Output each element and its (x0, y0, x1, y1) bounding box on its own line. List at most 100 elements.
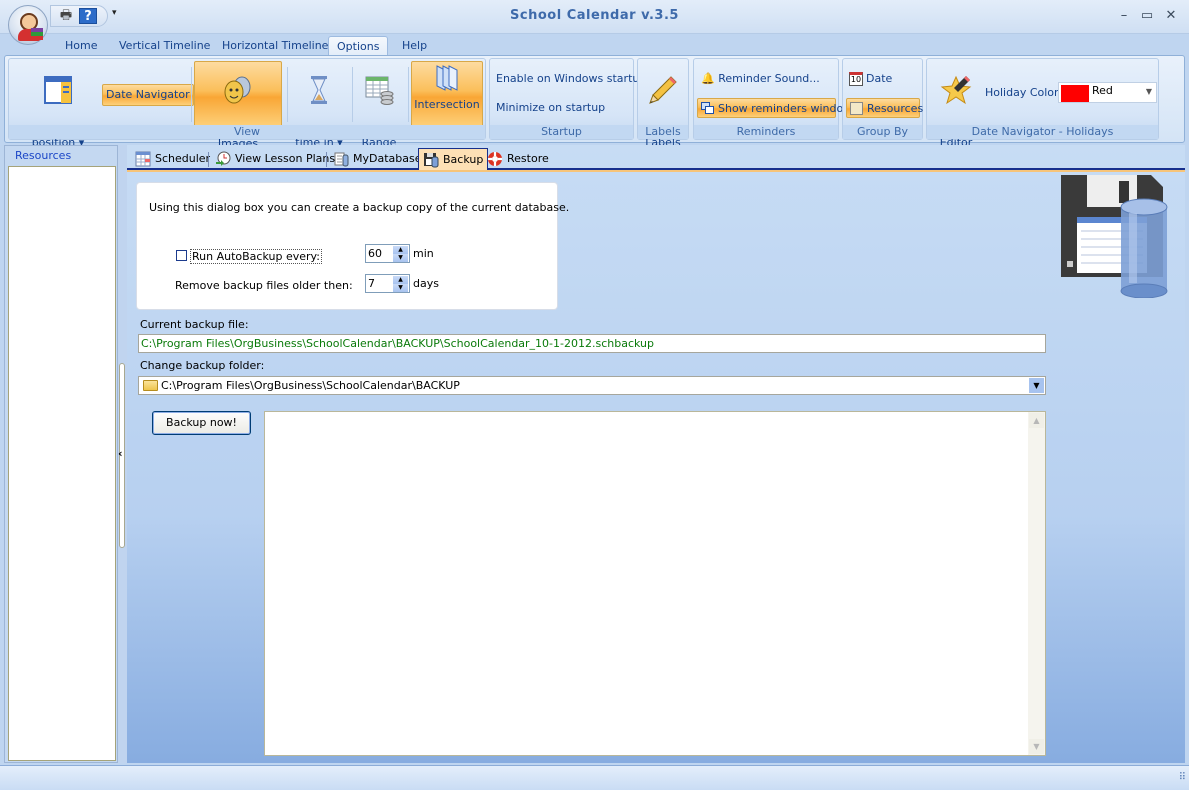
scroll-up-icon[interactable]: ▲ (1029, 413, 1044, 428)
collapse-left-icon[interactable]: ‹ (118, 447, 123, 460)
tab-restore[interactable]: Restore (483, 148, 553, 170)
intersection-button[interactable]: Intersection (411, 61, 483, 127)
separator (191, 67, 192, 122)
minimize-on-startup-button[interactable]: Minimize on startup (493, 98, 608, 118)
status-bar: ⠿ (0, 765, 1189, 790)
work-range-button[interactable]: Work Range (355, 61, 403, 149)
grid-calendar-icon (135, 151, 151, 167)
autobackup-checkbox[interactable] (176, 250, 187, 261)
color-swatch (1061, 85, 1089, 102)
ribbon: Date Navigator position ▾ Date Navigator… (4, 55, 1185, 150)
bell-icon: 🔔 (701, 72, 715, 85)
group-by-date-label: Date (866, 72, 893, 85)
spin-down-icon[interactable]: ▼ (393, 284, 408, 292)
backup-now-button[interactable]: Backup now! (152, 411, 251, 435)
life-ring-icon (488, 152, 502, 166)
document-tabs: Scheduler View Lesson Plans MyDatabase B… (127, 148, 1185, 170)
window-title: School Calendar v.3.5 (510, 8, 679, 23)
window-layout-icon (44, 76, 72, 104)
group-label-startup: Startup (490, 125, 633, 139)
group-label-labels: Labels (638, 125, 688, 139)
clock-arrow-icon (216, 151, 231, 166)
separator (352, 67, 353, 122)
intro-text: Using this dialog box you can create a b… (149, 201, 570, 214)
holiday-color-select[interactable]: Red ▼ (1058, 82, 1157, 103)
display-time-in-button[interactable]: Display time in ▾ (291, 61, 347, 149)
application-menu-button[interactable] (8, 5, 48, 45)
spin-down-icon[interactable]: ▼ (393, 254, 408, 262)
tab-scheduler[interactable]: Scheduler (131, 148, 214, 170)
tab-separator (326, 152, 327, 167)
autobackup-label[interactable]: Run AutoBackup every: (190, 249, 322, 264)
tab-separator (208, 152, 209, 167)
group-labels: Status Labels Labels (637, 58, 689, 149)
spin-up-icon[interactable]: ▲ (393, 246, 408, 254)
holiday-color-value: Red (1092, 84, 1113, 97)
resize-grip-icon[interactable]: ⠿ (1179, 772, 1186, 783)
separator (287, 67, 288, 122)
group-by-date-button[interactable]: 10 Date (846, 69, 895, 89)
backup-log-textarea[interactable]: ▲ ▼ (264, 411, 1046, 756)
backup-folder-select[interactable]: C:\Program Files\OrgBusiness\SchoolCalen… (138, 376, 1046, 395)
star-pencil-icon (940, 75, 972, 105)
floppy-database-icon (424, 153, 439, 168)
remove-older-label: Remove backup files older then: (175, 279, 353, 292)
chevron-down-icon[interactable]: ▼ (1029, 378, 1044, 393)
resources-icon (850, 102, 863, 115)
folder-icon (143, 380, 158, 391)
reminder-sound-button[interactable]: 🔔 Reminder Sound... (698, 69, 823, 89)
backup-settings-box: Using this dialog box you can create a b… (136, 182, 569, 310)
show-resource-images-button[interactable]: Show Resource Images (194, 61, 282, 150)
database-documents-icon (334, 152, 349, 167)
pencil-icon (649, 76, 677, 104)
spin-up-icon[interactable]: ▲ (393, 276, 408, 284)
tab-help[interactable]: Help (394, 36, 435, 56)
tab-view-lesson-plans[interactable]: View Lesson Plans (211, 148, 339, 170)
date-navigator-position-button[interactable]: Date Navigator position ▾ (15, 61, 101, 149)
date-navigator-button[interactable]: Date Navigator (102, 84, 194, 106)
holidays-editor-button[interactable]: Holidays Editor (931, 61, 981, 149)
status-labels-button[interactable]: Status Labels (640, 61, 686, 149)
panel-splitter[interactable]: ‹ (118, 145, 127, 763)
tab-horizontal-timeline[interactable]: Horizontal Timeline (214, 36, 336, 56)
group-startup: Enable on Windows startup Minimize on st… (489, 58, 646, 140)
minimize-icon[interactable]: – (1115, 8, 1133, 24)
autobackup-unit: min (413, 247, 434, 260)
enable-on-windows-startup-button[interactable]: Enable on Windows startup (493, 69, 649, 89)
tab-vertical-timeline[interactable]: Vertical Timeline (111, 36, 218, 56)
content-area: Scheduler View Lesson Plans MyDatabase B… (127, 145, 1185, 763)
theater-masks-icon (224, 76, 251, 104)
scroll-down-icon[interactable]: ▼ (1029, 739, 1044, 754)
reminder-sound-label: Reminder Sound... (718, 72, 820, 85)
resources-panel-title: Resources (15, 149, 72, 162)
group-group-by: 10 Date Resources Group By (842, 58, 923, 140)
table-coins-icon (365, 76, 394, 105)
remove-older-value: 7 (368, 277, 375, 290)
log-scrollbar[interactable]: ▲ ▼ (1028, 412, 1045, 755)
tab-accent-line (127, 170, 1185, 172)
tab-backup[interactable]: Backup (418, 148, 489, 170)
holiday-color-label: Holiday Color (985, 86, 1059, 99)
change-backup-folder-label: Change backup folder: (140, 359, 265, 372)
maximize-icon[interactable]: ▭ (1138, 8, 1156, 24)
tab-home[interactable]: Home (57, 36, 105, 56)
group-by-resources-button[interactable]: Resources (846, 98, 924, 118)
remove-older-unit: days (413, 277, 439, 290)
group-label-reminders: Reminders (694, 125, 838, 139)
group-reminders: 🔔 Reminder Sound... Show reminders windo… (693, 58, 852, 140)
current-backup-file-field[interactable]: C:\Program Files\OrgBusiness\SchoolCalen… (138, 334, 1046, 353)
tab-options[interactable]: Options (328, 36, 389, 56)
show-reminders-window-button[interactable]: Show reminders window (697, 98, 852, 118)
books-icon (31, 28, 43, 40)
autobackup-interval-spinner[interactable]: 60 ▲ ▼ (365, 244, 410, 263)
current-backup-file-label: Current backup file: (140, 318, 249, 331)
resources-list[interactable] (8, 166, 116, 761)
group-by-resources-label: Resources (867, 102, 924, 115)
close-icon[interactable]: ✕ (1162, 8, 1180, 24)
remove-older-spinner[interactable]: 7 ▲ ▼ (365, 274, 410, 293)
tab-restore-label: Restore (507, 152, 549, 165)
tab-mydatabase[interactable]: MyDatabase (329, 148, 426, 170)
hourglass-icon (311, 76, 327, 104)
calendar-icon: 10 (849, 72, 863, 86)
backup-folder-value: C:\Program Files\OrgBusiness\SchoolCalen… (161, 379, 460, 392)
